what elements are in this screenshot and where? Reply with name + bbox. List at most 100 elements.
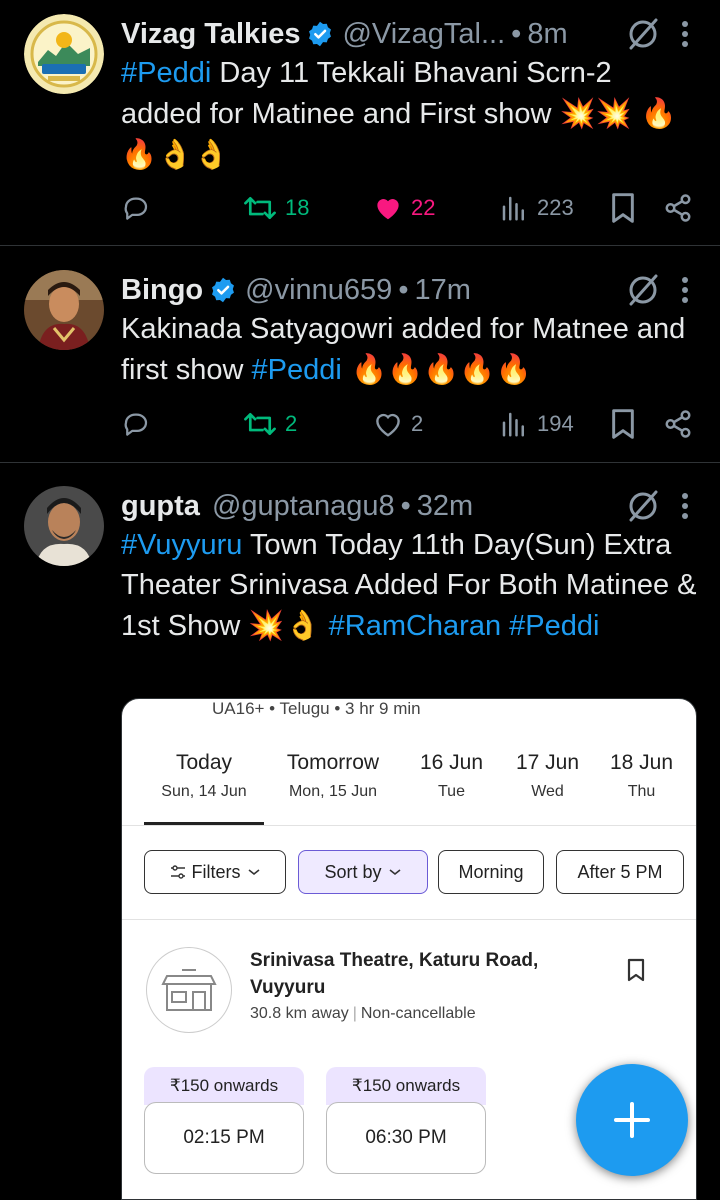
theatre-name[interactable]: Srinivasa Theatre, Katuru Road, Vuyyuru — [250, 947, 610, 1001]
reply-button[interactable] — [121, 404, 159, 444]
theatre-icon — [146, 947, 232, 1033]
bookmark-button[interactable] — [609, 188, 645, 228]
bookmark-icon — [612, 409, 634, 439]
retweet-count: 2 — [285, 411, 298, 436]
retweet-icon — [244, 412, 276, 436]
avatar-bingo[interactable] — [24, 270, 104, 350]
date-tabs: Today Sun, 14 Jun Tomorrow Mon, 15 Jun 1… — [122, 751, 696, 825]
display-name[interactable]: gupta — [121, 490, 200, 523]
showtime-price: ₹150 onwards — [144, 1067, 304, 1105]
share-icon — [665, 194, 691, 222]
date-tab-date: Mon, 15 Jun — [288, 783, 378, 800]
like-button[interactable]: 2 — [373, 404, 423, 444]
tweet-text: #Vuyyuru Town Today 11th Day(Sun) Extra … — [121, 525, 698, 646]
sort-by-label: Sort by — [324, 861, 382, 882]
views-icon — [502, 412, 524, 437]
verified-badge-icon — [309, 21, 332, 47]
tweet-actions: 18 22 223 — [121, 188, 698, 228]
theatre-distance: 30.8 km away — [250, 1005, 349, 1022]
date-tab-day: 18 Jun — [609, 751, 674, 774]
date-tab-day: 17 Jun — [515, 751, 580, 774]
like-button[interactable]: 22 — [373, 188, 435, 228]
movie-certificate-info: UA16+ • Telugu • 3 hr 9 min — [212, 699, 421, 718]
compose-button[interactable] — [576, 1064, 688, 1176]
tweet-text-segment — [501, 610, 509, 642]
avatar-gupta[interactable] — [24, 486, 104, 566]
view-count: 223 — [537, 195, 574, 220]
hashtag-link[interactable]: #Peddi — [252, 354, 342, 386]
grok-icon[interactable] — [626, 489, 660, 523]
views-button[interactable]: 194 — [499, 404, 574, 444]
date-tab-tomorrow[interactable]: Tomorrow Mon, 15 Jun — [272, 751, 394, 801]
avatar-vizag-talkies[interactable] — [24, 14, 104, 94]
theatre-meta: 30.8 km away | Non-cancellable — [250, 1005, 476, 1023]
tweet-2[interactable]: Bingo @vinnu659 • 17m Kakinada Satyagowr… — [0, 270, 720, 460]
bookmark-icon — [612, 193, 634, 223]
morning-chip[interactable]: Morning — [438, 850, 544, 894]
after-5pm-label: After 5 PM — [577, 861, 663, 882]
meta-separator: | — [352, 1005, 357, 1022]
retweet-button[interactable]: 2 — [243, 404, 297, 444]
retweet-button[interactable]: 18 — [243, 188, 309, 228]
date-tab-day: Tomorrow — [286, 751, 380, 774]
user-handle[interactable]: @vinnu659 — [245, 274, 392, 307]
tweet-divider — [0, 245, 720, 246]
showtime-1[interactable]: ₹150 onwards 02:15 PM — [144, 1067, 304, 1174]
sort-by-chip[interactable]: Sort by — [298, 850, 428, 894]
showtime-time: 06:30 PM — [326, 1102, 486, 1174]
hashtag-link[interactable]: #Vuyyuru — [121, 529, 242, 561]
more-icon[interactable] — [680, 275, 690, 305]
tweet-text: Kakinada Satyagowri added for Matnee and… — [121, 309, 698, 390]
display-name[interactable]: Vizag Talkies — [121, 18, 300, 51]
emoji-text: 🔥🔥🔥🔥🔥 — [341, 352, 532, 386]
timestamp[interactable]: 8m — [527, 18, 567, 51]
like-count: 22 — [411, 195, 436, 220]
compose-icon — [614, 1102, 650, 1138]
after-5pm-chip[interactable]: After 5 PM — [556, 850, 684, 894]
reply-icon — [124, 413, 148, 436]
date-tab-date: Wed — [531, 783, 564, 800]
share-button[interactable] — [663, 404, 701, 444]
display-name[interactable]: Bingo — [121, 274, 203, 307]
date-tab-18-jun[interactable]: 18 Jun Thu — [594, 751, 689, 801]
more-icon[interactable] — [680, 19, 690, 49]
filters-chip[interactable]: Filters — [144, 850, 286, 894]
bookmark-icon[interactable] — [626, 957, 646, 983]
bookmark-button[interactable] — [609, 404, 645, 444]
separator-dot: • — [511, 17, 522, 50]
showtime-price: ₹150 onwards — [326, 1067, 486, 1105]
showtime-time: 02:15 PM — [144, 1102, 304, 1174]
tweet-1[interactable]: Vizag Talkies @VizagTal... • 8m #Peddi D… — [0, 14, 720, 244]
timestamp[interactable]: 32m — [417, 490, 473, 523]
share-icon — [665, 410, 691, 438]
date-tab-today[interactable]: Today Sun, 14 Jun — [144, 751, 264, 801]
grok-icon[interactable] — [626, 17, 660, 51]
timestamp[interactable]: 17m — [414, 274, 470, 307]
tweet-divider — [0, 462, 720, 463]
retweet-count: 18 — [285, 195, 310, 220]
chevron-down-icon — [248, 869, 259, 876]
showtime-2[interactable]: ₹150 onwards 06:30 PM — [326, 1067, 486, 1174]
like-count: 2 — [411, 411, 424, 436]
reply-icon — [124, 197, 148, 220]
morning-label: Morning — [458, 861, 524, 882]
views-button[interactable]: 223 — [499, 188, 574, 228]
more-icon[interactable] — [680, 491, 690, 521]
date-tab-date: Tue — [438, 783, 465, 800]
user-handle[interactable]: @VizagTal... — [342, 18, 505, 51]
emoji-text: 💥👌 — [248, 608, 321, 642]
divider — [122, 825, 696, 826]
views-icon — [502, 196, 524, 221]
date-tab-day: 16 Jun — [419, 751, 484, 774]
hashtag-link[interactable]: #Peddi — [509, 610, 599, 642]
date-tab-16-jun[interactable]: 16 Jun Tue — [404, 751, 499, 801]
share-button[interactable] — [663, 188, 701, 228]
date-tab-17-jun[interactable]: 17 Jun Wed — [500, 751, 595, 801]
reply-button[interactable] — [121, 188, 159, 228]
hashtag-link[interactable]: #Peddi — [121, 57, 211, 89]
user-handle[interactable]: @guptanagu8 — [212, 490, 395, 523]
hashtag-link[interactable]: #RamCharan — [329, 610, 501, 642]
separator-dot: • — [398, 273, 409, 306]
grok-icon[interactable] — [626, 273, 660, 307]
chevron-down-icon — [389, 869, 401, 876]
